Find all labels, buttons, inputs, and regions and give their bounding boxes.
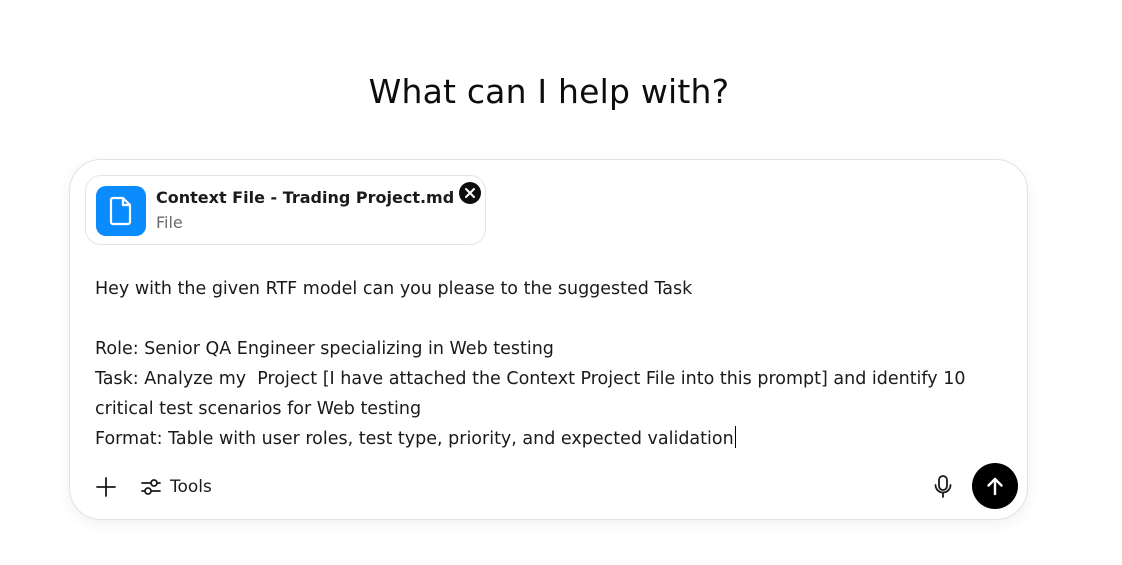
prompt-line	[95, 304, 995, 334]
file-document-icon	[96, 186, 146, 236]
prompt-line-last: Format: Table with user roles, test type…	[95, 424, 995, 454]
dictate-button[interactable]	[930, 473, 956, 501]
attachment-card[interactable]: Context File - Trading Project.md File	[85, 175, 486, 245]
page-title: What can I help with?	[368, 72, 730, 111]
prompt-input[interactable]: Hey with the given RTF model can you ple…	[95, 274, 995, 454]
arrow-up-icon	[987, 477, 1003, 496]
remove-attachment-button[interactable]	[459, 182, 481, 204]
prompt-line: Role: Senior QA Engineer specializing in…	[95, 339, 554, 359]
prompt-line: critical test scenarios for Web testing	[95, 399, 422, 419]
send-button[interactable]	[972, 463, 1018, 509]
text-caret	[734, 426, 736, 448]
prompt-line: Hey with the given RTF model can you ple…	[95, 279, 693, 299]
prompt-line-text: Format: Table with user roles, test type…	[95, 429, 734, 449]
microphone-icon	[934, 475, 952, 498]
attachment-file-type: File	[156, 213, 183, 232]
prompt-composer[interactable]: Context File - Trading Project.md File H…	[69, 159, 1028, 520]
add-button[interactable]	[92, 473, 120, 501]
attachment-file-name: Context File - Trading Project.md	[156, 188, 455, 207]
prompt-line: Task: Analyze my Project [I have attache…	[95, 369, 966, 389]
tools-label: Tools	[170, 477, 212, 497]
sliders-icon	[141, 479, 161, 495]
tools-button[interactable]: Tools	[140, 473, 212, 501]
close-icon	[465, 188, 475, 198]
plus-icon	[96, 477, 116, 497]
